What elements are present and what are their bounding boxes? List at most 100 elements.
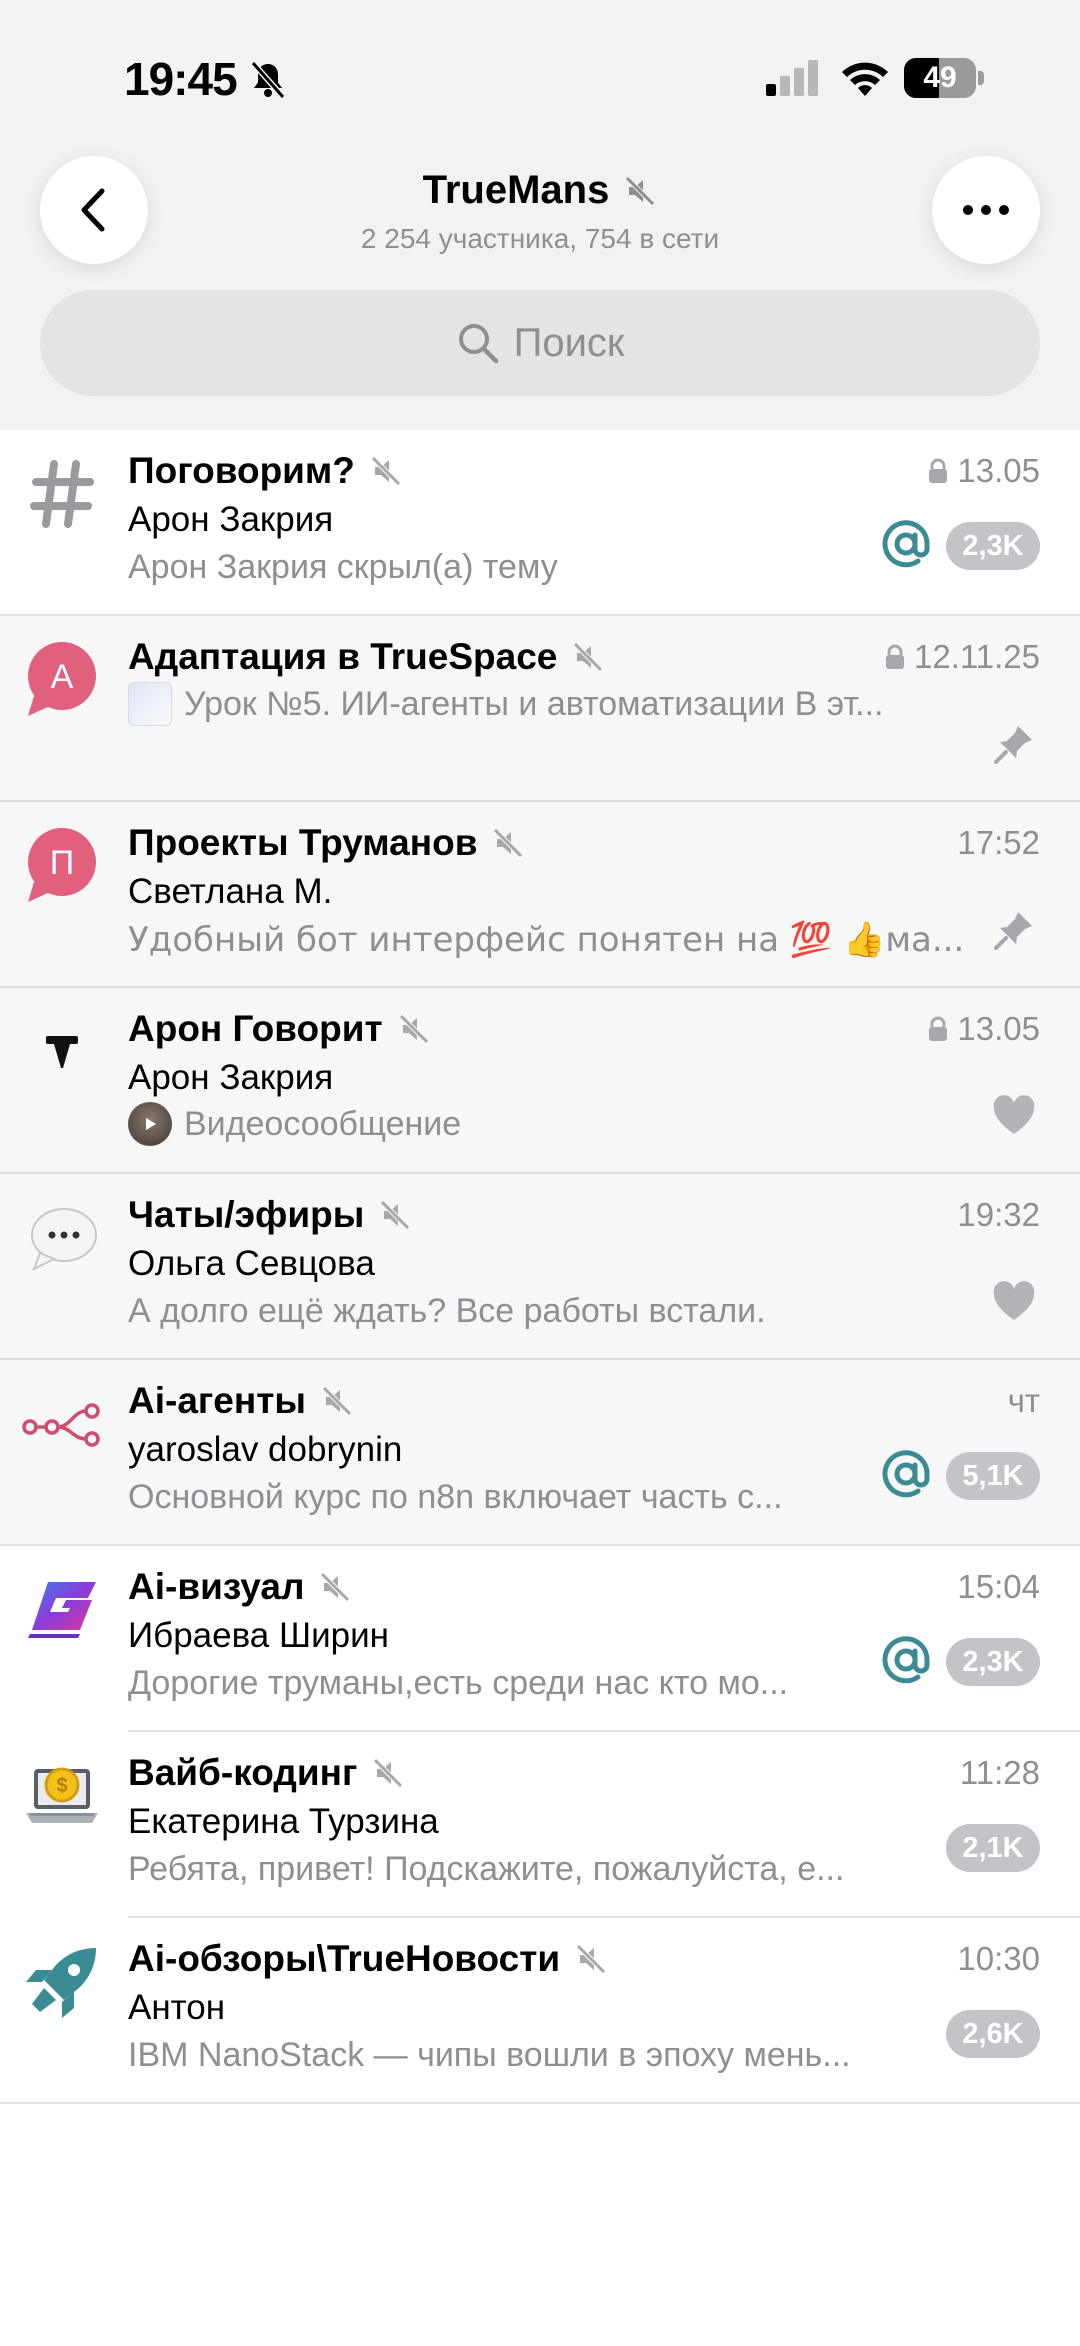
chat-header: 19:45 49 TrueMans 2 254 участника, 754 в… bbox=[0, 0, 1080, 430]
topic-time: 15:04 bbox=[957, 1568, 1040, 1605]
pin-icon bbox=[994, 726, 1032, 764]
topic-time: 11:28 bbox=[959, 1754, 1040, 1791]
heart-icon bbox=[993, 1095, 1035, 1134]
muted-speaker-icon bbox=[320, 1572, 351, 1602]
status-time: 19:45 bbox=[124, 53, 238, 105]
topic-row[interactable]: Поговорим? 13.05 Арон Закрия Арон Закрия… bbox=[0, 430, 1080, 616]
wifi-icon bbox=[842, 62, 888, 96]
avatar: А bbox=[20, 638, 104, 722]
pin-icon bbox=[994, 912, 1032, 950]
topic-preview: Основной курс по n8n включает часть с... bbox=[128, 1478, 783, 1516]
avatar: П bbox=[20, 824, 104, 908]
topic-sender: Арон Закрия bbox=[128, 1058, 334, 1097]
topic-name: Ai-обзоры\TrueНовости bbox=[128, 1938, 561, 1979]
topic-row[interactable]: Ai-агенты чт yaroslav dobrynin Основной … bbox=[0, 1360, 1080, 1546]
speech-bubble-icon bbox=[20, 1196, 104, 1280]
hash-icon bbox=[20, 452, 104, 536]
back-button[interactable] bbox=[40, 156, 148, 264]
workflow-nodes-icon bbox=[20, 1382, 104, 1466]
topic-name: Ai-визуал bbox=[128, 1566, 305, 1607]
chat-subtitle: 2 254 участника, 754 в сети bbox=[360, 223, 720, 254]
topic-preview: Удобный бот интерфейс понятен на 💯 👍ма..… bbox=[128, 920, 965, 960]
topic-row[interactable]: Арон Говорит 13.05 Арон Закрия Видеосооб… bbox=[0, 988, 1080, 1174]
topic-name: Адаптация в TrueSpace bbox=[128, 636, 558, 677]
laptop-coin-icon: $ bbox=[20, 1754, 104, 1838]
ellipsis-icon bbox=[963, 205, 1009, 215]
topic-time: 10:30 bbox=[957, 1940, 1040, 1977]
muted-speaker-icon bbox=[576, 1944, 606, 1974]
topic-preview: Видеосообщение bbox=[184, 1104, 462, 1143]
more-options-button[interactable] bbox=[932, 156, 1040, 264]
topic-preview: Дорогие труманы,есть среди нас кто мо... bbox=[128, 1664, 789, 1702]
search-input[interactable]: Поиск bbox=[40, 290, 1040, 396]
topic-name: Поговорим? bbox=[128, 450, 355, 491]
unread-badge: 2,6K bbox=[946, 2010, 1040, 2058]
topic-time: 12.11.25 bbox=[913, 638, 1040, 675]
topic-name: Арон Говорит bbox=[128, 1008, 383, 1049]
lock-icon bbox=[929, 1016, 948, 1041]
topic-preview: Ребята, привет! Подскажите, пожалуйста, … bbox=[128, 1850, 845, 1888]
chevron-left-icon bbox=[81, 188, 105, 232]
search-placeholder: Поиск bbox=[513, 320, 625, 365]
topic-name: Ai-агенты bbox=[128, 1380, 306, 1421]
ai-visual-logo-icon bbox=[20, 1568, 104, 1652]
play-icon bbox=[146, 1118, 156, 1130]
mention-icon bbox=[882, 1636, 930, 1684]
muted-speaker-icon bbox=[573, 642, 604, 672]
unread-badge: 2,3K bbox=[946, 1638, 1040, 1686]
unread-badge: 2,1K bbox=[946, 1824, 1040, 1872]
muted-speaker-icon bbox=[380, 1200, 411, 1230]
muted-speaker-icon bbox=[322, 1386, 352, 1416]
muted-speaker-icon bbox=[493, 828, 524, 858]
topic-sender: Ибраева Ширин bbox=[128, 1616, 389, 1655]
unread-badge: 2,3K bbox=[946, 522, 1040, 570]
cellular-signal-icon bbox=[766, 60, 818, 96]
lock-icon bbox=[929, 458, 948, 483]
chat-title-block[interactable]: TrueMans 2 254 участника, 754 в сети bbox=[200, 168, 880, 255]
topic-time: 17:52 bbox=[957, 824, 1040, 861]
topic-sender: Светлана М. bbox=[128, 872, 333, 911]
muted-speaker-icon bbox=[625, 175, 656, 206]
topic-preview: IBM NanoStack — чипы вошли в эпоху мень.… bbox=[128, 2036, 851, 2074]
topic-name: Чаты/эфиры bbox=[128, 1194, 365, 1235]
thumbnail-image bbox=[128, 682, 172, 726]
topic-name: Вайб-кодинг bbox=[128, 1752, 358, 1793]
unread-badge: 5,1K bbox=[946, 1452, 1040, 1500]
lock-icon bbox=[885, 644, 904, 669]
spotlight-icon bbox=[20, 1010, 104, 1094]
topic-preview: Урок №5. ИИ-агенты и автоматизации В эт.… bbox=[184, 684, 884, 723]
topic-preview: Арон Закрия скрыл(а) тему bbox=[128, 548, 558, 586]
mention-icon bbox=[882, 1450, 930, 1498]
topic-row[interactable]: А Адаптация в TrueSpace 12.11.25 Урок №5… bbox=[0, 616, 1080, 802]
topic-sender: Арон Закрия bbox=[128, 500, 334, 539]
rocket-icon bbox=[20, 1940, 104, 2024]
topic-row[interactable]: Ai-обзоры\TrueНовости 10:30 Антон IBM Na… bbox=[0, 1918, 1080, 2104]
bell-muted-icon bbox=[250, 61, 286, 99]
topic-preview: А долго ещё ждать? Все работы встали. bbox=[128, 1292, 766, 1330]
topic-sender: Ольга Севцова bbox=[128, 1244, 375, 1283]
topic-time: 13.05 bbox=[957, 452, 1040, 489]
topic-row[interactable]: П Проекты Труманов 17:52 Светлана М. Удо… bbox=[0, 802, 1080, 988]
topic-name: Проекты Труманов bbox=[128, 822, 478, 863]
topic-sender: yaroslav dobrynin bbox=[128, 1430, 403, 1469]
topic-list: Поговорим? 13.05 Арон Закрия Арон Закрия… bbox=[0, 430, 1080, 2104]
topic-time: 19:32 bbox=[957, 1196, 1040, 1233]
svg-text:$: $ bbox=[56, 1775, 67, 1797]
avatar-letter: П bbox=[50, 844, 74, 882]
mention-icon bbox=[882, 520, 930, 568]
video-message-thumbnail bbox=[128, 1102, 172, 1146]
muted-speaker-icon bbox=[371, 456, 401, 486]
topic-row[interactable]: Чаты/эфиры 19:32 Ольга Севцова А долго е… bbox=[0, 1174, 1080, 1360]
topic-row[interactable]: $ Вайб-кодинг 11:28 Екатерина Турзина Ре… bbox=[0, 1732, 1080, 1918]
search-icon bbox=[458, 324, 498, 364]
muted-speaker-icon bbox=[373, 1758, 404, 1788]
topic-sender: Екатерина Турзина bbox=[128, 1802, 439, 1841]
topic-sender: Антон bbox=[128, 1988, 226, 2027]
avatar-letter: А bbox=[51, 658, 74, 696]
heart-icon bbox=[993, 1281, 1035, 1320]
muted-speaker-icon bbox=[398, 1014, 429, 1044]
battery-icon: 49 bbox=[904, 58, 984, 98]
topic-time: чт bbox=[1007, 1382, 1040, 1419]
chat-title: TrueMans bbox=[422, 168, 610, 212]
topic-row[interactable]: Ai-визуал 15:04 Ибраева Ширин Дорогие тр… bbox=[0, 1546, 1080, 1732]
